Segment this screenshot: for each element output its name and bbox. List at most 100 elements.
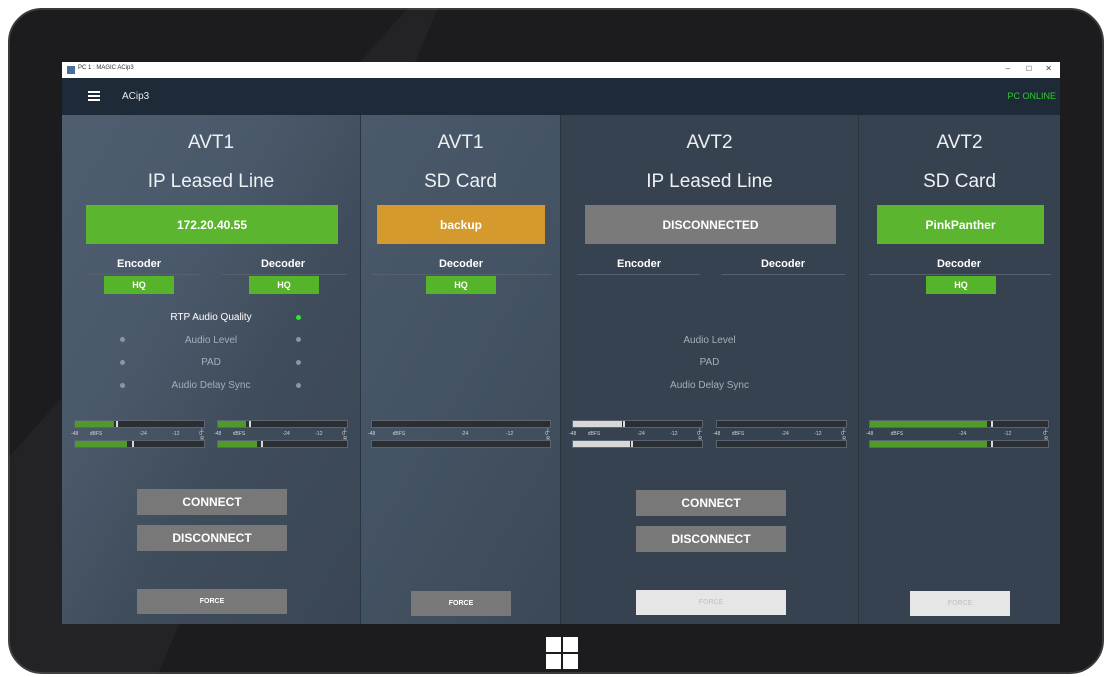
meter-tick-label: -24 [959, 431, 967, 437]
left-channel-level-bar [74, 420, 205, 428]
codec-panel-avt2-sd: AVT2 SD Card PinkPanther Decoder HQ -48 d… [859, 115, 1060, 624]
peak-marker [991, 441, 994, 447]
meter-tick-label: -12 [670, 431, 678, 437]
indicator-dot [120, 383, 125, 388]
meter-tick-label: -24 [282, 431, 290, 437]
codec-panel-avt2-ip: AVT2 IP Leased Line DISCONNECTED Encoder… [561, 115, 859, 624]
peak-marker [116, 421, 119, 427]
codec-panel-avt1-sd: AVT1 SD Card backup Decoder HQ -48 dBFS -2… [361, 115, 561, 624]
meter-tick-label: dBFS [232, 431, 246, 437]
left-channel-level-bar [217, 420, 348, 428]
decoder-label: Decoder [936, 258, 982, 270]
app-name: ACip3 [122, 91, 150, 102]
meter-tick-label: -12 [172, 431, 180, 437]
level-fill [573, 421, 623, 427]
indicator-dot [296, 337, 301, 342]
encoder-mode-badge[interactable]: HQ [104, 276, 174, 294]
encoder-audio-meter: -48 dBFS -24 -12 0 L R [71, 420, 205, 451]
left-channel-level-bar [371, 420, 551, 428]
meter-tick-label: -48 [713, 431, 721, 437]
connection-type: IP Leased Line [646, 171, 773, 192]
meter-tick-label: -12 [1004, 431, 1012, 437]
meter-tick-label: -24 [139, 431, 147, 437]
meter-tick-label: dBFS [89, 431, 103, 437]
meter-scale: -48 dBFS -24 -12 0 L R [368, 428, 551, 442]
decoder-underline [371, 274, 551, 275]
meter-tick-label: dBFS [890, 431, 904, 437]
connect-button[interactable]: CONNECT [137, 489, 287, 515]
peak-marker [248, 421, 251, 427]
indicator-dot-rtp-quality [296, 315, 301, 320]
connect-button[interactable]: CONNECT [636, 490, 786, 516]
connection-status-box[interactable]: DISCONNECTED [585, 205, 836, 244]
meter-tick-label: dBFS [587, 431, 601, 437]
codec-panel-avt1-ip: AVT1 IP Leased Line 172.20.40.55 Encoder… [62, 115, 361, 624]
meter-tick-label: -12 [315, 431, 323, 437]
force-button[interactable]: FORCE [636, 590, 786, 615]
left-channel-label: L [1045, 428, 1048, 434]
decoder-audio-meter: -48 dBFS -24 -12 0 L R [368, 420, 551, 451]
decoder-label: Decoder [760, 258, 806, 270]
connection-type: IP Leased Line [147, 171, 275, 192]
connection-type: SD Card [424, 171, 497, 192]
force-button[interactable]: FORCE [910, 591, 1010, 616]
indicator-dot [296, 383, 301, 388]
connection-status-box[interactable]: 172.20.40.55 [86, 205, 338, 244]
minimize-button[interactable]: – [1006, 64, 1010, 73]
meter-tick-label: -48 [866, 431, 874, 437]
level-fill [573, 441, 630, 447]
decoder-audio-meter: -48 dBFS -24 -12 0 L R [866, 420, 1049, 451]
encoder-underline [577, 274, 700, 275]
peak-marker [131, 441, 134, 447]
decoder-underline [721, 274, 845, 275]
force-button[interactable]: FORCE [411, 591, 511, 616]
codec-name: AVT1 [437, 132, 484, 153]
decoder-audio-meter: -48 dBFS -24 -12 0 L R [214, 420, 348, 451]
meter-scale: -48 dBFS -24 -12 0 L R [214, 428, 348, 442]
disconnect-button[interactable]: DISCONNECT [137, 525, 287, 551]
force-button[interactable]: FORCE [137, 589, 287, 614]
right-channel-level-bar [371, 440, 551, 448]
close-button[interactable]: ✕ [1045, 64, 1052, 73]
windows-logo-icon[interactable] [546, 637, 578, 669]
left-channel-label: L [547, 428, 550, 434]
encoder-label: Encoder [116, 258, 161, 270]
decoder-mode-badge[interactable]: HQ [249, 276, 319, 294]
app-window-icon [67, 66, 75, 74]
decoder-mode-badge[interactable]: HQ [926, 276, 996, 294]
meter-tick-label: -24 [637, 431, 645, 437]
connection-status-box[interactable]: backup [377, 205, 545, 244]
left-channel-label: L [699, 428, 702, 434]
meter-tick-label: -48 [71, 431, 79, 437]
connection-status: PC ONLINE [1007, 91, 1056, 101]
meter-scale: -48 dBFS -24 -12 0 L R [713, 428, 847, 442]
encoder-underline [86, 274, 201, 275]
connection-type: SD Card [923, 171, 996, 192]
indicator-dot [296, 360, 301, 365]
level-fill [218, 441, 257, 447]
left-channel-label: L [201, 428, 204, 434]
right-channel-level-bar [716, 440, 847, 448]
indicator-dot [120, 360, 125, 365]
indicator-label: PAD [699, 357, 720, 368]
meter-tick-label: dBFS [731, 431, 745, 437]
meter-tick-label: -24 [461, 431, 469, 437]
meter-scale: -48 dBFS -24 -12 0 L R [569, 428, 703, 442]
level-fill [218, 421, 247, 427]
disconnect-button[interactable]: DISCONNECT [636, 526, 786, 552]
connection-status-box[interactable]: PinkPanther [877, 205, 1044, 244]
peak-marker [631, 441, 634, 447]
right-channel-level-bar [217, 440, 348, 448]
decoder-mode-badge[interactable]: HQ [426, 276, 496, 294]
decoder-label: Decoder [260, 258, 306, 270]
hamburger-icon[interactable] [88, 91, 100, 101]
indicator-label: Audio Delay Sync [171, 380, 251, 391]
level-fill [75, 441, 127, 447]
meter-scale: -48 dBFS -24 -12 0 L R [71, 428, 205, 442]
meter-tick-label: dBFS [392, 431, 406, 437]
maximize-button[interactable]: ☐ [1026, 65, 1032, 73]
encoder-label: Encoder [616, 258, 661, 270]
decoder-label: Decoder [438, 258, 484, 270]
decoder-underline [222, 274, 347, 275]
left-channel-label: L [843, 428, 846, 434]
